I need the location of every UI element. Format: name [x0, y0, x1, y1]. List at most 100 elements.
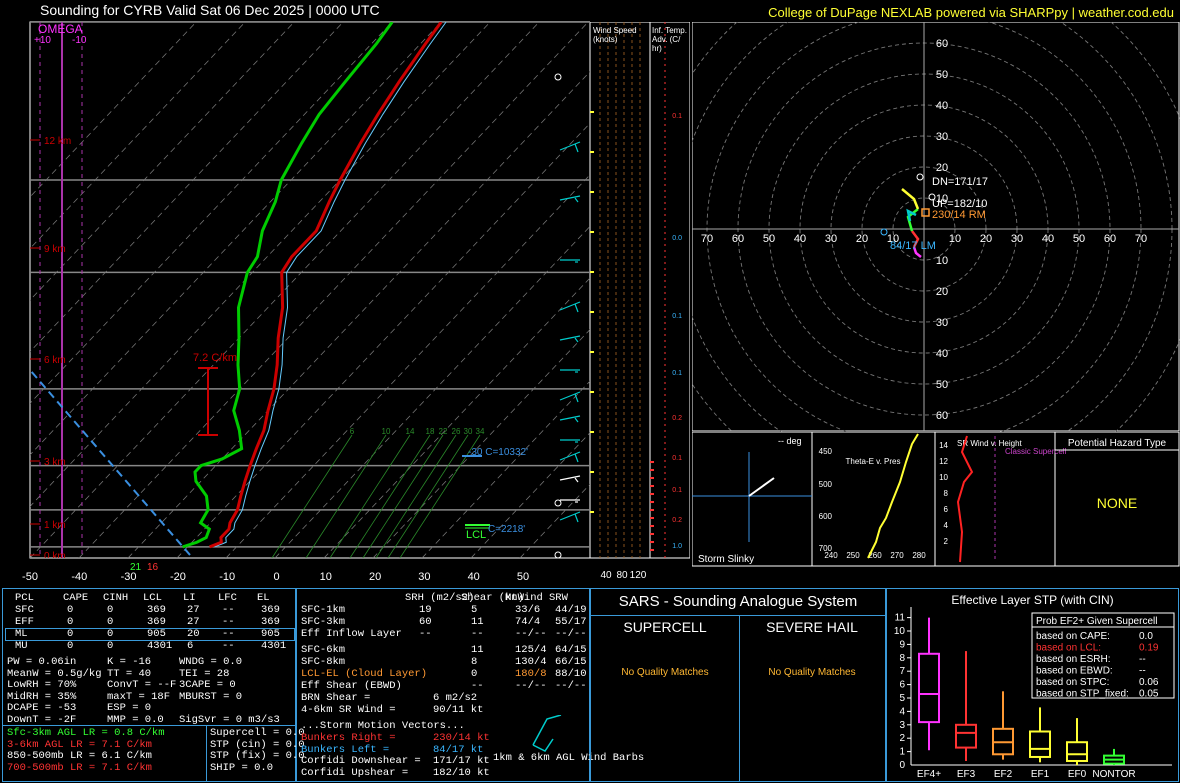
srwind-ytick: 10 [939, 473, 948, 482]
parcel-cell: 369 [147, 616, 166, 628]
calm-wind-circle [554, 499, 562, 507]
parcel-cell: 369 [147, 604, 166, 616]
parcel-cell: 0 [107, 640, 114, 652]
index-value: 3CAPE = 0 [179, 679, 236, 691]
kin-cell: SFC-3km [301, 616, 346, 628]
hodo-tick: 20 [936, 162, 948, 174]
hodo-tick: 40 [936, 348, 948, 360]
isotherm [30, 22, 540, 558]
index-value: ConvT = --F [107, 679, 177, 691]
inftemp-value: 0.1 [672, 313, 682, 320]
parcel-cell: 0 [67, 604, 74, 616]
stp-ytick: 2 [899, 733, 905, 744]
hodo-tick: 40 [936, 100, 948, 112]
mixing-ratio-label: 18 [426, 427, 435, 436]
prob-value: 0.0 [1139, 631, 1153, 642]
hodo-tick: 50 [936, 379, 948, 391]
parcel-cell: -- [222, 604, 235, 616]
kin-cell: 11 [471, 644, 484, 656]
isotherm [225, 174, 590, 558]
stp-cat: NONTOR [1092, 769, 1135, 780]
index-value: DCAPE = -53 [7, 702, 77, 714]
isotherm [176, 122, 590, 558]
hodo-trace [901, 188, 920, 210]
kin-header: SRW [549, 592, 568, 604]
slinky-deg: -- deg [778, 436, 802, 446]
prob-label: based on CAPE: [1036, 631, 1110, 642]
windspeed-tick: 80 [616, 570, 628, 581]
pressure-tick: 500 [8, 384, 26, 396]
pressure-tick: 100 [8, 17, 26, 29]
hodo-dn: DN=171/17 [932, 176, 988, 188]
storm-label: Bunkers Right = [301, 732, 396, 744]
kin-cell: --/-- [515, 628, 547, 640]
temp-tick: -20 [170, 571, 186, 583]
hodo-tick: 40 [794, 233, 806, 245]
composite-index: STP (fix) = 0.0 [210, 750, 305, 762]
hodo-lm: 84/17 LM [890, 240, 936, 252]
hodo-tick: 60 [1104, 233, 1116, 245]
kin-cell: 33/6 [515, 604, 541, 616]
temp-tick: -40 [71, 571, 87, 583]
index-value: ESP = 0 [107, 702, 152, 714]
isotherm [372, 328, 590, 558]
thetae-ytick: 500 [819, 480, 833, 489]
kin-cell: 180/8 [515, 668, 547, 680]
index-value: PW = 0.06in [7, 656, 77, 668]
hodograph: 70 70 60 60 50 50 40 40 30 30 20 20 10 10 60 60 50 50 40 40… [692, 22, 1180, 432]
kin-cell: LCL-EL (Cloud Layer) [301, 668, 428, 680]
kin-cell: -- [471, 628, 484, 640]
thetae-xtick: 240 [824, 551, 838, 560]
lm-marker [880, 228, 888, 236]
lapse-rate: 700-500mb LR = 7.1 C/km [7, 761, 152, 774]
isotherm [421, 380, 590, 558]
srwind46-label: 4-6km SR Wind = [301, 704, 396, 716]
thetae-xtick: 280 [912, 551, 926, 560]
parcel-cell: 0 [107, 604, 114, 616]
kin-cell: --/-- [515, 680, 547, 692]
hodo-tick: 60 [732, 233, 744, 245]
stp-ytick: 0 [899, 760, 905, 771]
parcel-cell: 0 [67, 616, 74, 628]
height-label: 0 km [44, 551, 66, 562]
sfc-td: 21 [130, 562, 142, 573]
sars-supercell-matches: No Quality Matches [621, 667, 709, 678]
lcl-height: C=2218' [488, 524, 525, 535]
sars-title: SARS - Sounding Analogue System [618, 593, 858, 610]
prob-label: based on STP_fixed: [1036, 689, 1129, 700]
hodo-tick: 20 [936, 286, 948, 298]
wind-barb [559, 335, 581, 341]
inftemp-value: 0.1 [672, 113, 682, 120]
prob-value: 0.19 [1139, 643, 1159, 654]
index-value: K = -16 [107, 656, 152, 668]
storm-label: Corfidi Downshear = [301, 755, 421, 767]
rm-marker [921, 208, 930, 217]
credit-text: College of DuPage NEXLAB powered via SHA… [768, 5, 1174, 20]
hodo-ring [692, 22, 1180, 432]
inftemp-value: 0.2 [672, 415, 682, 422]
wind-inf-panels: 0.1 0.0 0.1 0.1 0.2 0.1 0.1 0.2 1.0 40 80 120 [590, 22, 690, 581]
omega-label: OMEGA [38, 22, 83, 36]
parcel-cell: SFC [15, 604, 34, 616]
mixing-ratio-label: 14 [406, 427, 415, 436]
storm-value: 171/17 kt [433, 755, 490, 767]
parcel-cell: 6 [187, 640, 194, 652]
isotherm [323, 277, 590, 558]
kin-header: MnWind [505, 592, 543, 604]
kin-cell: 60 [419, 616, 432, 628]
temp-tick: 0 [273, 571, 279, 583]
stp-ytick: 8 [899, 653, 905, 664]
kin-cell: 11 [471, 616, 484, 628]
lapse-label: 7.2 C/km [193, 352, 237, 364]
dn-marker [916, 173, 924, 181]
inftemp-value: 0.0 [672, 235, 682, 242]
height-label: 3 km [44, 457, 66, 468]
wind-barb [559, 415, 581, 421]
temp-tick: 50 [517, 571, 529, 583]
stp-boxplot: 0 1 2 3 4 5 6 7 8 9 10 11 EF4+ EF3 EF2 EF1 EF0 NONTOR Prob… [894, 607, 1175, 780]
mixing-ratio-label: 22 [439, 427, 448, 436]
thetae-xtick: 250 [846, 551, 860, 560]
composite-index: SHIP = 0.0 [210, 761, 274, 774]
thetae-ytick: 450 [819, 447, 833, 456]
prob-value: -- [1139, 654, 1146, 665]
